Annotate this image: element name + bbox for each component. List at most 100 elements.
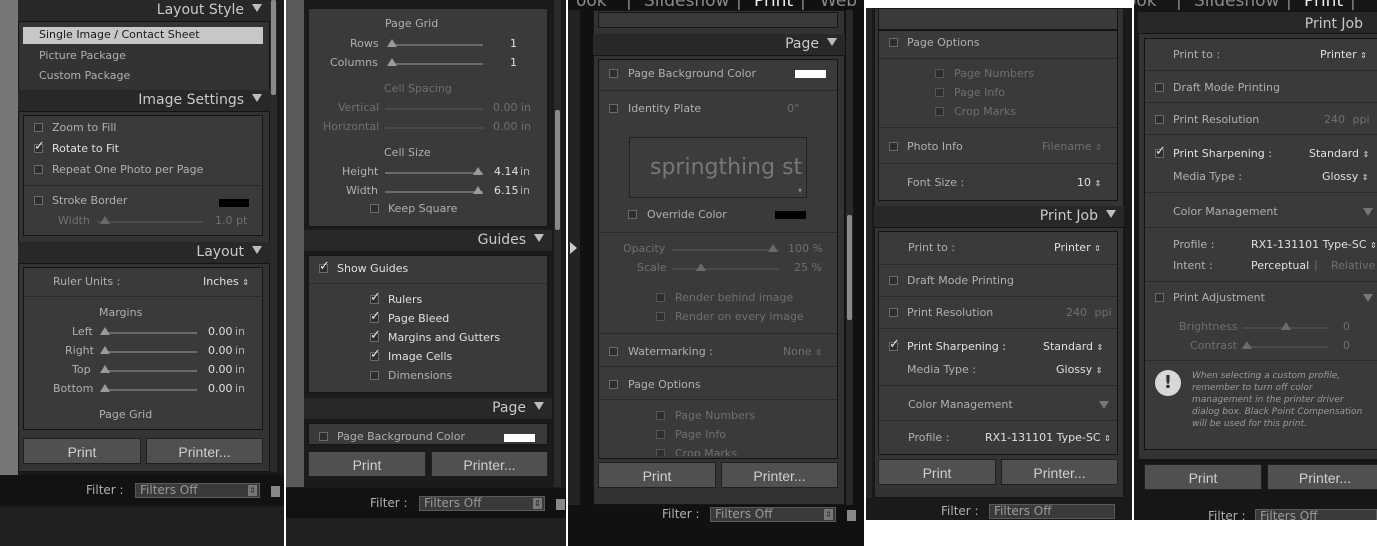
filter-select[interactable]: Filters Off <box>989 504 1115 519</box>
profile-value[interactable]: RX1-131101 Type-SC ⇕ <box>1251 238 1377 251</box>
printer-button[interactable]: Printer... <box>431 451 548 477</box>
show-guides-checkbox[interactable] <box>319 259 330 274</box>
identity-plate-preview[interactable]: springthing st ▾ <box>629 137 807 198</box>
expand-arrow-icon[interactable] <box>570 242 577 254</box>
rulers-checkbox[interactable] <box>370 290 381 305</box>
margin-bottom-slider[interactable] <box>102 389 197 391</box>
print-resolution-value[interactable]: 240 ppi <box>1324 113 1370 126</box>
print-button[interactable]: Print <box>308 451 426 477</box>
filter-select[interactable]: Filters Off ⇕ <box>710 507 836 522</box>
rotate-to-fit-checkbox[interactable] <box>34 139 45 154</box>
print-resolution-value[interactable]: 240 ppi <box>1066 306 1112 319</box>
margin-bottom-knob[interactable] <box>100 384 110 392</box>
columns-slider[interactable] <box>390 63 483 65</box>
contrast-knob[interactable] <box>1242 341 1252 349</box>
collapse-triangle-icon[interactable] <box>1363 208 1373 216</box>
panel-scrollbar[interactable] <box>846 10 853 505</box>
page-options-checkbox[interactable] <box>609 380 618 389</box>
panel-scrollbar[interactable] <box>270 0 277 472</box>
media-type-value[interactable]: Glossy ⇕ <box>1056 363 1103 376</box>
collapse-triangle-icon[interactable] <box>1363 294 1373 302</box>
print-button[interactable]: Print <box>878 459 996 485</box>
print-resolution-checkbox[interactable] <box>1155 115 1164 124</box>
print-sharpening-checkbox[interactable] <box>1155 144 1166 159</box>
collapse-triangle-icon[interactable] <box>1106 210 1116 218</box>
margin-left-knob[interactable] <box>100 327 110 335</box>
page-bg-swatch[interactable] <box>795 70 826 78</box>
print-sharpening-value[interactable]: Standard ⇕ <box>1043 340 1103 353</box>
margins-gutters-checkbox[interactable] <box>370 328 381 343</box>
collapse-triangle-icon[interactable] <box>534 234 544 242</box>
width-slider[interactable] <box>385 191 483 193</box>
margin-top-knob[interactable] <box>100 365 110 373</box>
print-sharpening-checkbox[interactable] <box>889 337 900 352</box>
stroke-color-swatch[interactable] <box>219 199 249 207</box>
opacity-knob[interactable] <box>768 244 778 252</box>
print-button[interactable]: Print <box>1144 464 1262 490</box>
print-job-header[interactable]: Print Job <box>874 206 1124 228</box>
print-to-value[interactable]: Printer ⇕ <box>1320 48 1367 61</box>
collapse-triangle-icon[interactable] <box>252 246 262 254</box>
font-size-value[interactable]: 10 ⇕ <box>1077 176 1101 189</box>
collapse-triangle-icon[interactable] <box>534 402 544 410</box>
layout-style-option-custom-package[interactable]: Custom Package <box>39 69 130 82</box>
printer-button[interactable]: Printer... <box>146 438 263 464</box>
print-job-header[interactable]: Print Job <box>1138 12 1377 34</box>
vertical-spacing-slider[interactable] <box>385 108 483 110</box>
ruler-units-value[interactable]: Inches ⇕ <box>203 275 249 288</box>
page-info-checkbox[interactable] <box>656 430 665 439</box>
layout-style-option-picture-package[interactable]: Picture Package <box>39 49 126 62</box>
filter-lock-icon[interactable] <box>271 486 280 497</box>
collapse-triangle-icon[interactable] <box>827 38 837 46</box>
scrollbar-thumb[interactable] <box>847 215 852 320</box>
photo-info-value[interactable]: Filename ⇕ <box>1042 140 1102 153</box>
opacity-slider[interactable] <box>672 249 779 251</box>
page-header[interactable]: Page <box>304 398 552 420</box>
stroke-border-checkbox[interactable] <box>34 196 43 205</box>
page-bleed-checkbox[interactable] <box>370 309 381 324</box>
watermark-value[interactable]: None ⇕ <box>783 345 822 358</box>
media-type-value[interactable]: Glossy ⇕ <box>1322 170 1369 183</box>
printer-button[interactable]: Printer... <box>1267 464 1377 490</box>
draft-mode-checkbox[interactable] <box>1155 83 1164 92</box>
render-every-checkbox[interactable] <box>656 312 665 321</box>
height-knob[interactable] <box>473 167 483 175</box>
columns-knob[interactable] <box>387 58 397 66</box>
dimensions-checkbox[interactable] <box>370 371 379 380</box>
override-color-swatch[interactable] <box>775 211 806 219</box>
filter-select[interactable]: Filters Off <box>1255 509 1377 520</box>
margin-top-slider[interactable] <box>102 370 197 372</box>
margin-left-slider[interactable] <box>102 332 197 334</box>
print-button[interactable]: Print <box>598 462 716 488</box>
print-adjustment-checkbox[interactable] <box>1155 293 1164 302</box>
margin-right-slider[interactable] <box>102 351 197 353</box>
filter-lock-icon[interactable] <box>847 510 856 521</box>
rows-slider[interactable] <box>390 44 483 46</box>
page-bg-checkbox[interactable] <box>609 69 618 78</box>
page-header[interactable]: Page <box>593 34 845 56</box>
stroke-width-slider-knob[interactable] <box>100 216 110 224</box>
printer-button[interactable]: Printer... <box>721 462 838 488</box>
nav-book[interactable]: ook <box>1134 0 1157 11</box>
filter-lock-icon[interactable] <box>556 499 565 510</box>
zoom-to-fill-checkbox[interactable] <box>34 123 43 132</box>
layout-style-option-single[interactable]: Single Image / Contact Sheet <box>23 27 263 44</box>
page-info-checkbox[interactable] <box>935 88 944 97</box>
layout-style-header[interactable]: Layout Style <box>18 0 270 22</box>
stroke-width-slider[interactable] <box>97 221 203 223</box>
crop-marks-checkbox[interactable] <box>656 449 665 456</box>
nav-print[interactable]: Print <box>1304 0 1343 11</box>
panel-scrollbar[interactable] <box>554 0 561 487</box>
rows-knob[interactable] <box>387 39 397 47</box>
filter-select[interactable]: Filters Off ⇕ <box>135 483 260 498</box>
intent-perceptual-option[interactable]: Perceptual <box>1251 259 1309 272</box>
page-bg-checkbox[interactable] <box>319 432 328 441</box>
crop-marks-checkbox[interactable] <box>935 107 944 116</box>
image-cells-checkbox[interactable] <box>370 347 381 362</box>
print-to-value[interactable]: Printer ⇕ <box>1054 241 1101 254</box>
profile-value[interactable]: RX1-131101 Type-SC ⇕ <box>985 431 1111 444</box>
height-slider[interactable] <box>385 172 483 174</box>
watermark-checkbox[interactable] <box>609 347 618 356</box>
intent-relative-option[interactable]: Relative <box>1331 259 1375 272</box>
page-numbers-checkbox[interactable] <box>935 69 944 78</box>
